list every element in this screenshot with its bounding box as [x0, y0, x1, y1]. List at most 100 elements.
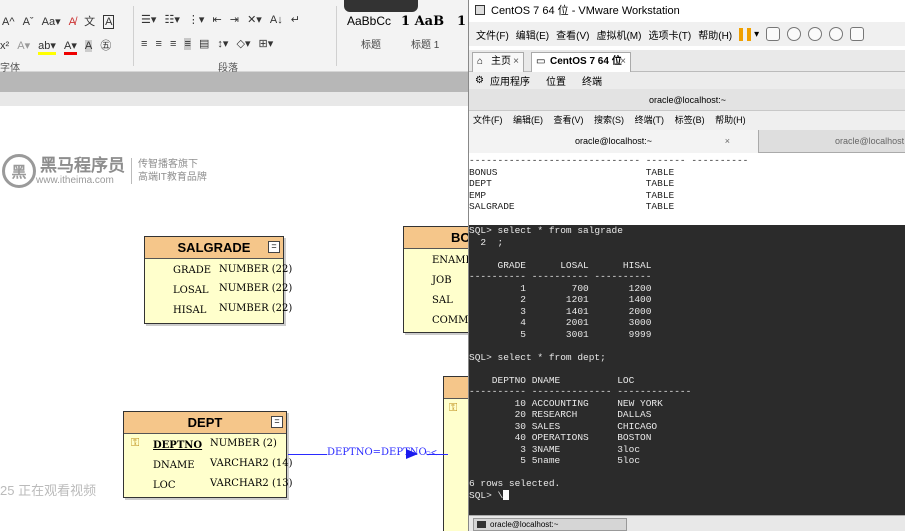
- show-marks-button[interactable]: ↵: [291, 13, 300, 26]
- shrink-font-button[interactable]: Aˇ: [23, 16, 34, 28]
- terminal-menu-help[interactable]: 帮助(H): [715, 115, 746, 125]
- sql-prompt[interactable]: SQL> \: [469, 490, 503, 501]
- vmware-menu-bar: 文件(F) 编辑(E) 查看(V) 虚拟机(M) 选项卡(T) 帮助(H) ▾: [469, 22, 905, 46]
- justify-button[interactable]: ≡: [184, 38, 191, 50]
- primary-key-icon: ⚿: [449, 402, 458, 414]
- sql-results-text: SQL> select * from salgrade 2 ; GRADE LO…: [469, 225, 692, 489]
- vmware-title-bar[interactable]: CentOS 7 64 位 - VMware Workstation: [469, 0, 905, 20]
- table-bonus[interactable]: BO ENAME JOB SAL COMM: [403, 226, 473, 333]
- font-color-button[interactable]: A▾: [63, 39, 77, 55]
- highlight-button[interactable]: ab▾: [38, 39, 56, 55]
- revert-snapshot-icon[interactable]: [808, 27, 823, 41]
- ribbon-divider: [336, 6, 337, 66]
- char-border-button[interactable]: A: [103, 15, 115, 29]
- sort-button[interactable]: A↓: [270, 14, 283, 26]
- fullscreen-icon[interactable]: [850, 27, 865, 41]
- window-title: CentOS 7 64 位 - VMware Workstation: [491, 5, 680, 17]
- logo-name: 黑马程序员: [40, 155, 125, 175]
- borders-button[interactable]: ⊞▾: [259, 37, 274, 50]
- line-spacing-button[interactable]: ↕▾: [217, 37, 228, 50]
- column-type: NUMBER (22): [219, 283, 293, 294]
- align-center-button[interactable]: ≡: [155, 38, 161, 50]
- style-heading2-preview[interactable]: 1: [457, 14, 466, 29]
- home-icon: ⌂: [477, 56, 484, 67]
- terminal-menu-file[interactable]: 文件(F): [473, 115, 503, 125]
- increase-indent-button[interactable]: ⇥: [230, 13, 239, 26]
- menu-file[interactable]: 文件(F): [476, 27, 509, 42]
- logo-url: www.itheima.com: [36, 174, 114, 186]
- style-heading-preview[interactable]: 1 AaB: [401, 14, 444, 29]
- pause-icon[interactable]: [739, 27, 752, 41]
- close-icon[interactable]: ×: [513, 53, 519, 71]
- terminal-tab-active[interactable]: oracle@localhost:~ ×: [469, 130, 759, 153]
- crows-foot-icon: ○<: [425, 448, 437, 459]
- terminal-menu-tabs[interactable]: 标签(B): [675, 115, 705, 125]
- align-right-button[interactable]: ≡: [170, 38, 176, 50]
- vmware-window: CentOS 7 64 位 - VMware Workstation 文件(F)…: [468, 0, 905, 531]
- paragraph-toolbar-row-2: ≡ ≡ ≡ ≡ ▤ ↕▾ ◇▾ ⊞▾: [141, 37, 278, 50]
- phonetic-guide-button[interactable]: 文: [84, 13, 95, 29]
- bullets-button[interactable]: ☰▾: [141, 13, 156, 26]
- menu-help[interactable]: 帮助(H): [698, 27, 732, 42]
- chinese-layout-button[interactable]: ✕▾: [247, 13, 262, 26]
- snapshot-icon[interactable]: [787, 27, 802, 41]
- snapshot-manager-icon[interactable]: [829, 27, 844, 41]
- column-name: COMM: [432, 315, 469, 326]
- ribbon-divider: [133, 6, 134, 66]
- multilevel-list-button[interactable]: ⋮▾: [188, 13, 205, 26]
- grow-font-button[interactable]: A^: [2, 16, 15, 28]
- ruler-band-light: [0, 92, 468, 106]
- decrease-indent-button[interactable]: ⇤: [213, 13, 222, 26]
- send-keys-icon[interactable]: [766, 27, 781, 41]
- clear-format-icon[interactable]: A̸: [69, 16, 76, 28]
- menu-tabs[interactable]: 选项卡(T): [648, 27, 691, 42]
- ribbon-overlay: [344, 0, 418, 12]
- taskbar-terminal-item[interactable]: oracle@localhost:~: [473, 518, 627, 531]
- terminal-menu-terminal[interactable]: 终端(T): [635, 115, 665, 125]
- itheima-logo: 黑 黑马程序员 www.itheima.com 传智播客旗下 高端IT教育品牌: [2, 154, 207, 188]
- collapse-icon[interactable]: =: [271, 416, 283, 428]
- distributed-button[interactable]: ▤: [199, 37, 209, 50]
- shading-button[interactable]: ◇▾: [237, 37, 251, 50]
- close-icon[interactable]: ×: [620, 53, 626, 71]
- collapse-icon[interactable]: =: [268, 241, 280, 253]
- text-effect-button[interactable]: A▾: [17, 39, 30, 52]
- terminal-tab-inactive[interactable]: oracle@localhost: [835, 130, 904, 153]
- terminal-menu-view[interactable]: 查看(V): [554, 115, 584, 125]
- numbering-button[interactable]: ☷▾: [164, 13, 179, 26]
- style-name-label: 标题 1: [411, 40, 440, 51]
- tab-home-label: 主页: [491, 56, 511, 67]
- terminal-menu-search[interactable]: 搜索(S): [594, 115, 624, 125]
- vmware-app-icon: [475, 5, 485, 15]
- align-left-button[interactable]: ≡: [141, 38, 147, 50]
- tab-centos[interactable]: ▭ CentOS 7 64 位 ×: [531, 52, 631, 72]
- terminal-menu-edit[interactable]: 编辑(E): [513, 115, 543, 125]
- ruler-band: [0, 72, 468, 92]
- menu-view[interactable]: 查看(V): [556, 27, 589, 42]
- sql-table-list-output: ------------------------------ ------- -…: [469, 155, 749, 212]
- paragraph-toolbar-row-1: ☰▾ ☷▾ ⋮▾ ⇤ ⇥ ✕▾ A↓ ↵: [141, 13, 305, 26]
- close-icon[interactable]: ×: [725, 130, 730, 153]
- tab-home[interactable]: ⌂ 主页 ×: [472, 52, 524, 72]
- column-type: VARCHAR2 (14): [210, 458, 293, 469]
- relationship-arrow-icon: [406, 449, 418, 459]
- word-ribbon: A^ Aˇ Aa▾ A̸ 文 A x² A▾ ab▾ A▾ A ㊄ 字体 ☰▾ …: [0, 0, 468, 74]
- gnome-places-menu[interactable]: 位置: [546, 73, 566, 88]
- terminal-tab-label: oracle@localhost:~: [575, 136, 652, 146]
- terminal-tab-strip: oracle@localhost:~ × oracle@localhost: [469, 130, 905, 153]
- menu-edit[interactable]: 编辑(E): [516, 27, 549, 42]
- menu-vm[interactable]: 虚拟机(M): [596, 27, 641, 42]
- gnome-apps-menu[interactable]: 应用程序: [490, 73, 530, 88]
- terminal-icon: [477, 521, 486, 528]
- char-shading-button[interactable]: A: [84, 40, 93, 52]
- terminal-title-bar[interactable]: oracle@localhost:~: [469, 89, 905, 111]
- pause-dropdown-icon[interactable]: ▾: [754, 29, 759, 40]
- change-case-button[interactable]: Aa▾: [42, 15, 61, 28]
- style-normal-preview[interactable]: AaBbCc: [347, 14, 391, 28]
- table-salgrade[interactable]: SALGRADE = GRADE NUMBER (22) LOSAL NUMBE…: [144, 236, 292, 324]
- gnome-terminal-menu[interactable]: 终端: [582, 73, 602, 88]
- screen: A^ Aˇ Aa▾ A̸ 文 A x² A▾ ab▾ A▾ A ㊄ 字体 ☰▾ …: [0, 0, 905, 531]
- enclose-char-button[interactable]: ㊄: [100, 37, 111, 53]
- table-dept[interactable]: DEPT = ⚿ DEPTNO NUMBER (2) DNAME VARCHAR…: [123, 411, 293, 498]
- superscript-button[interactable]: x²: [0, 40, 9, 52]
